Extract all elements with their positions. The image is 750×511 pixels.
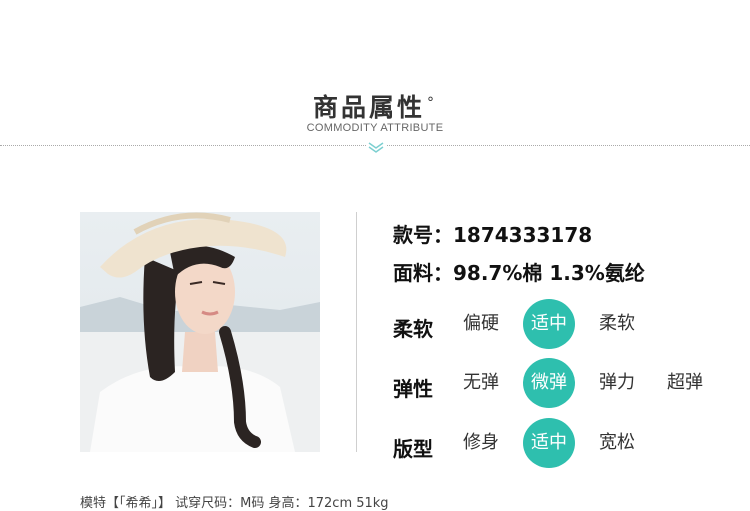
attr-option-fit-3: 宽松: [599, 432, 635, 453]
section-subtitle: COMMODITY ATTRIBUTE: [306, 122, 444, 134]
attr-option-softness-3: 柔软: [599, 313, 635, 334]
attr-label-softness: 柔软: [393, 317, 433, 341]
style-number-label: 款号：: [393, 223, 453, 247]
degree-mark: °: [427, 94, 437, 111]
model-photo: [80, 212, 320, 452]
attr-option-fit-1: 修身: [463, 432, 499, 453]
section-title-text: 商品属性: [312, 93, 425, 122]
chevron-down-icon: [366, 140, 386, 154]
attr-option-elasticity-4: 超弹: [667, 372, 703, 393]
attr-option-elasticity-3: 弹力: [599, 372, 635, 393]
fabric-label: 面料：: [393, 261, 453, 285]
style-number: 款号：1874333178: [393, 219, 592, 248]
attr-option-fit-2: 适中: [523, 418, 575, 468]
fabric: 面料：98.7%棉 1.3%氨纶: [393, 257, 645, 286]
attr-label-fit: 版型: [393, 437, 433, 461]
model-caption: 模特【「希希」】 试穿尺码：M码 身高：172cm 51kg: [80, 496, 389, 511]
attr-option-softness-1: 偏硬: [463, 313, 499, 334]
attr-option-elasticity-1: 无弹: [463, 372, 499, 393]
style-number-value: 1874333178: [453, 223, 593, 247]
fabric-value: 98.7%棉 1.3%氨纶: [453, 261, 645, 285]
section-title: 商品属性 °: [0, 88, 750, 124]
attr-option-softness-2: 适中: [523, 299, 575, 349]
vertical-divider: [356, 212, 357, 452]
attr-label-elasticity: 弹性: [393, 377, 433, 401]
attr-option-elasticity-2: 微弹: [523, 358, 575, 408]
